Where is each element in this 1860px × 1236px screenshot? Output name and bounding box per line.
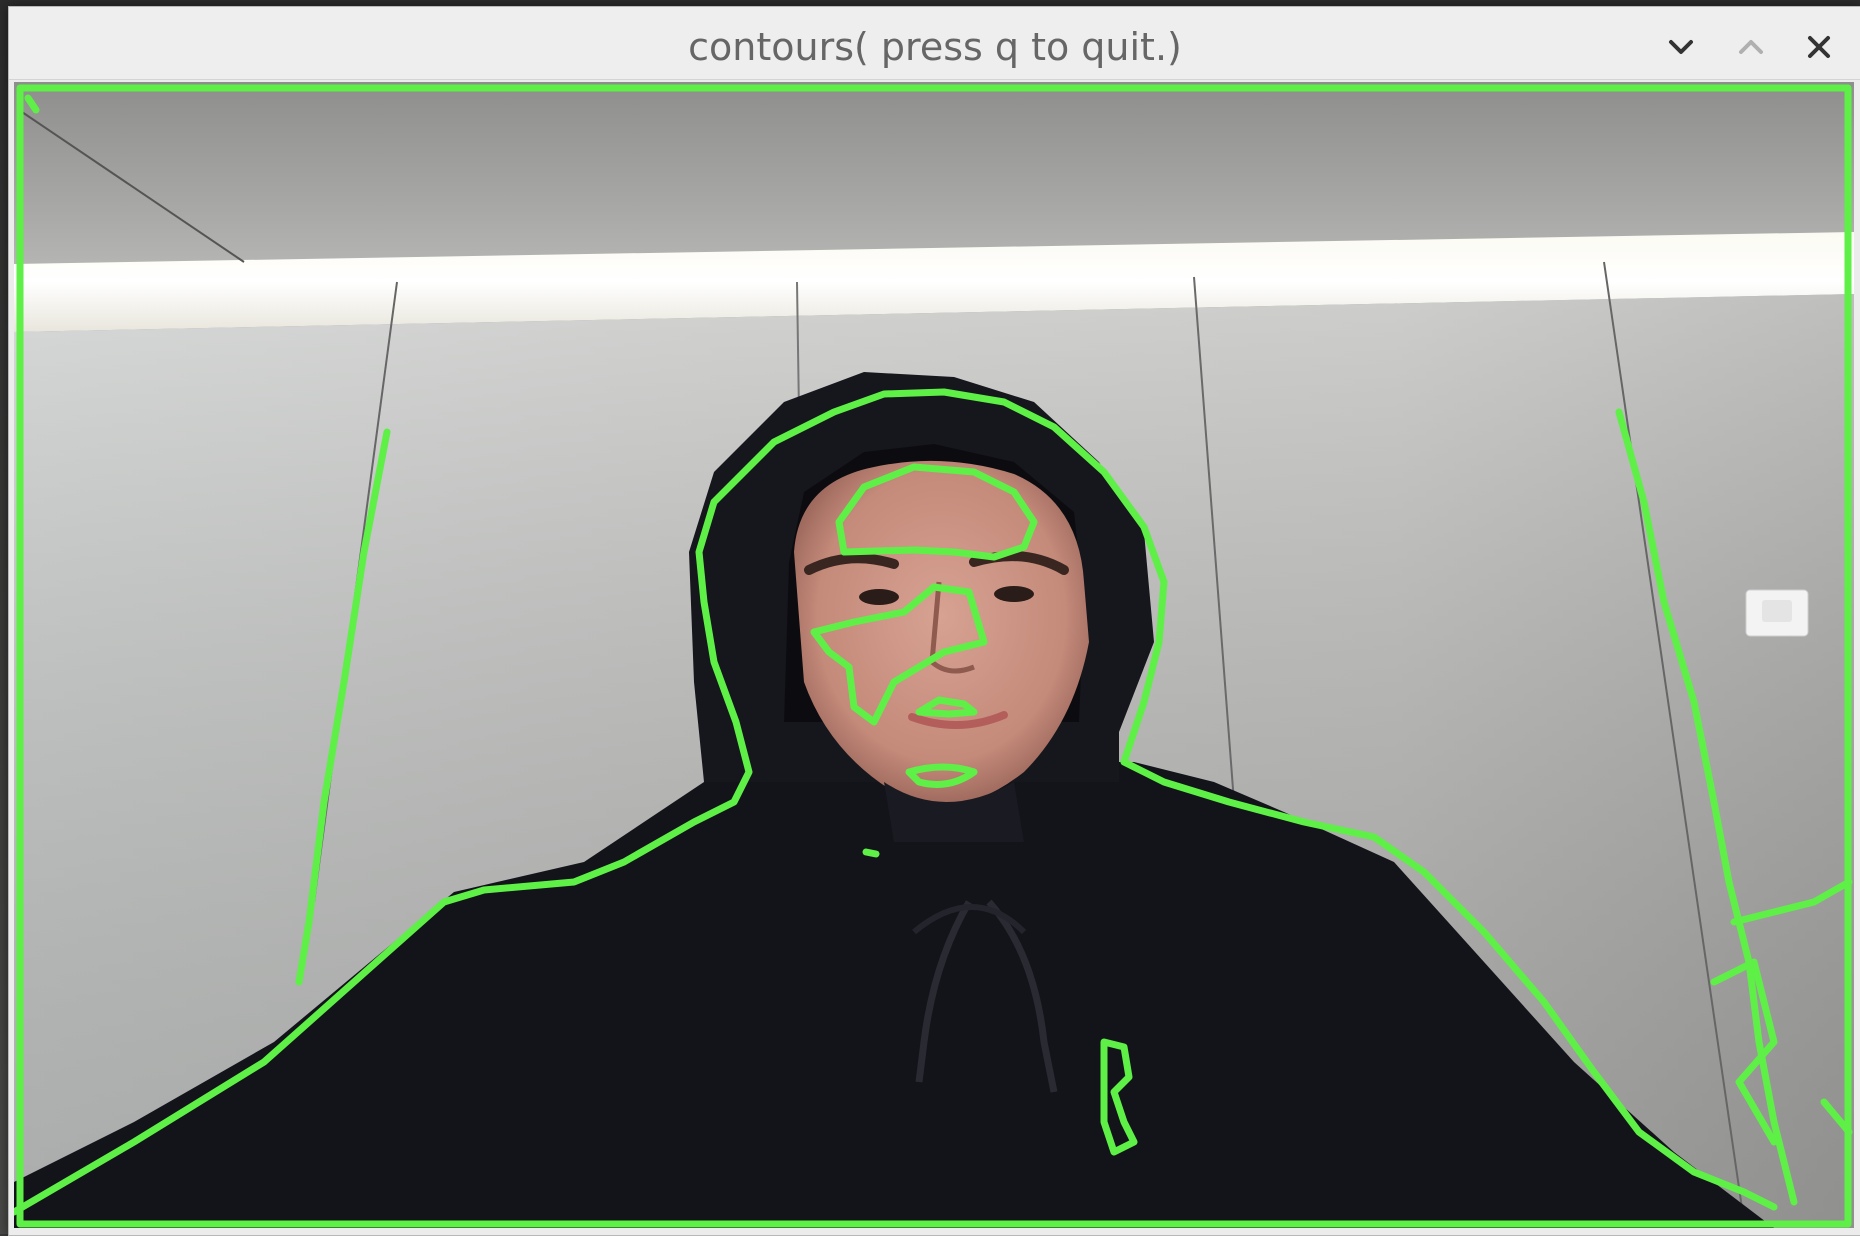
- title-bar[interactable]: contours( press q to quit.): [9, 7, 1860, 80]
- window-title: contours( press q to quit.): [688, 25, 1182, 69]
- desktop-background: contours( press q to quit.): [0, 0, 1860, 1236]
- minimize-button[interactable]: [1659, 25, 1703, 69]
- camera-image: [14, 82, 1854, 1228]
- close-button[interactable]: [1797, 25, 1841, 69]
- app-window: contours( press q to quit.): [8, 6, 1860, 1236]
- chevron-up-icon: [1738, 38, 1764, 56]
- close-icon: [1806, 34, 1832, 60]
- chevron-down-icon: [1668, 38, 1694, 56]
- camera-frame: [14, 82, 1854, 1228]
- maximize-button[interactable]: [1729, 25, 1773, 69]
